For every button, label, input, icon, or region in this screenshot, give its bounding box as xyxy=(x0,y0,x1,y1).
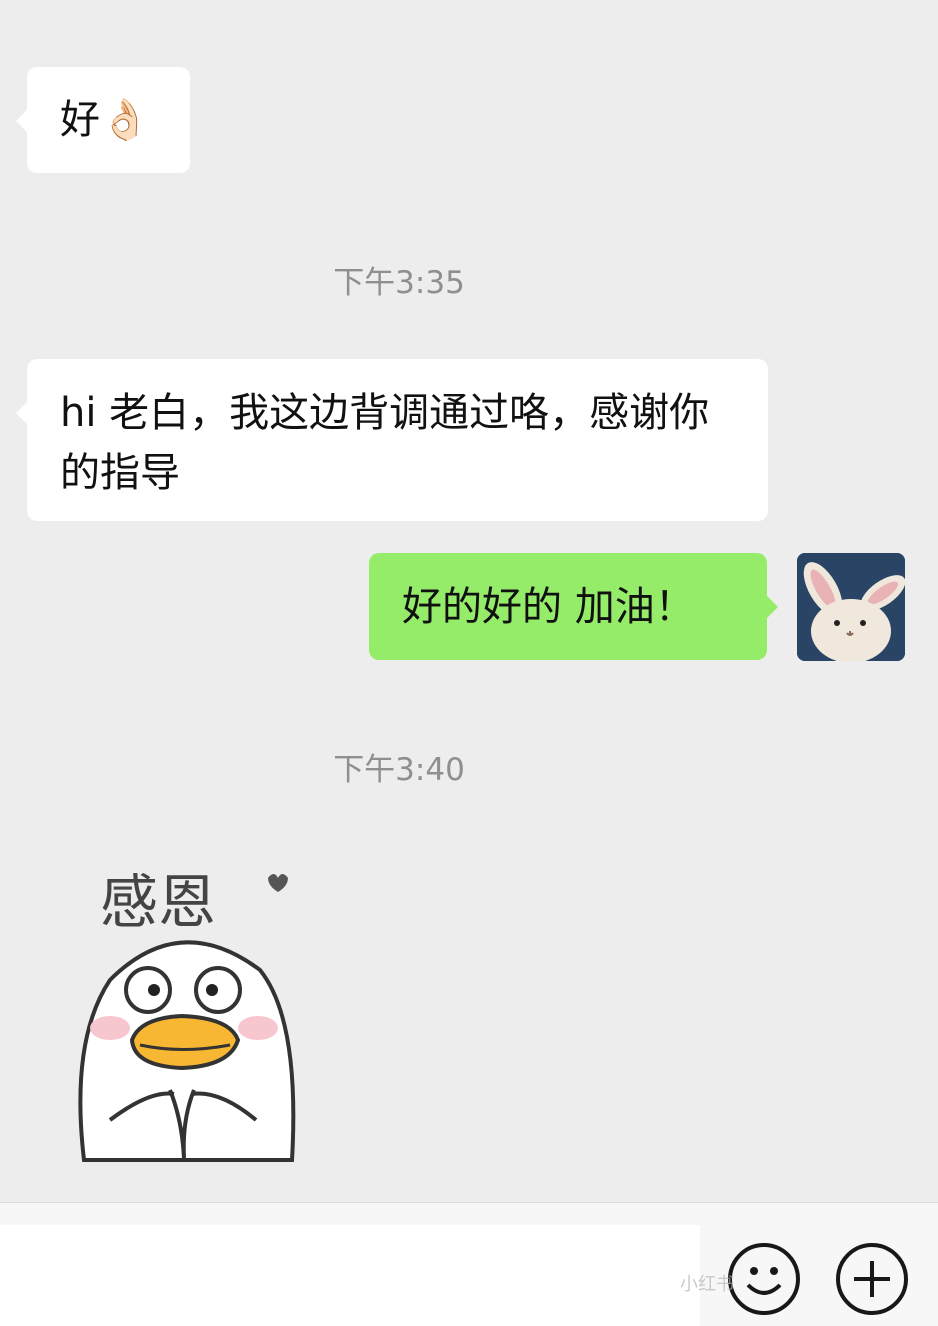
bubble-tail xyxy=(766,595,778,619)
smile-icon xyxy=(746,1267,782,1295)
rabbit-avatar-icon xyxy=(797,553,905,661)
incoming-message-bubble[interactable]: 好👌🏻 xyxy=(16,67,190,173)
timestamp: 下午3:40 xyxy=(333,752,465,788)
emoji-button[interactable] xyxy=(728,1243,800,1315)
avatar[interactable] xyxy=(797,553,905,661)
timestamp: 下午3:35 xyxy=(333,265,465,301)
message-text: 好👌🏻 xyxy=(60,97,150,143)
watermark: 小红书 xyxy=(680,1274,734,1295)
sticker-text: 感恩 xyxy=(100,868,216,936)
incoming-message-bubble[interactable]: hi 老白，我这边背调通过咯，感谢你的指导 xyxy=(16,359,768,521)
bubble-tail xyxy=(16,401,28,425)
more-button[interactable] xyxy=(836,1243,908,1315)
message-text: hi 老白，我这边背调通过咯，感谢你的指导 xyxy=(60,390,710,496)
sticker-message[interactable]: 感恩 xyxy=(70,840,320,1180)
input-bar xyxy=(0,1202,938,1326)
chat-area: 好👌🏻 下午3:35 hi 老白，我这边背调通过咯，感谢你的指导 好的好的 加油… xyxy=(0,0,938,1202)
duck-sticker-icon: 感恩 xyxy=(78,868,296,1162)
outgoing-message-bubble[interactable]: 好的好的 加油！ xyxy=(369,553,778,660)
plus-icon xyxy=(854,1261,890,1297)
message-text: 好的好的 加油！ xyxy=(402,584,695,630)
message-input[interactable] xyxy=(0,1225,700,1326)
bubble-tail xyxy=(16,109,28,133)
